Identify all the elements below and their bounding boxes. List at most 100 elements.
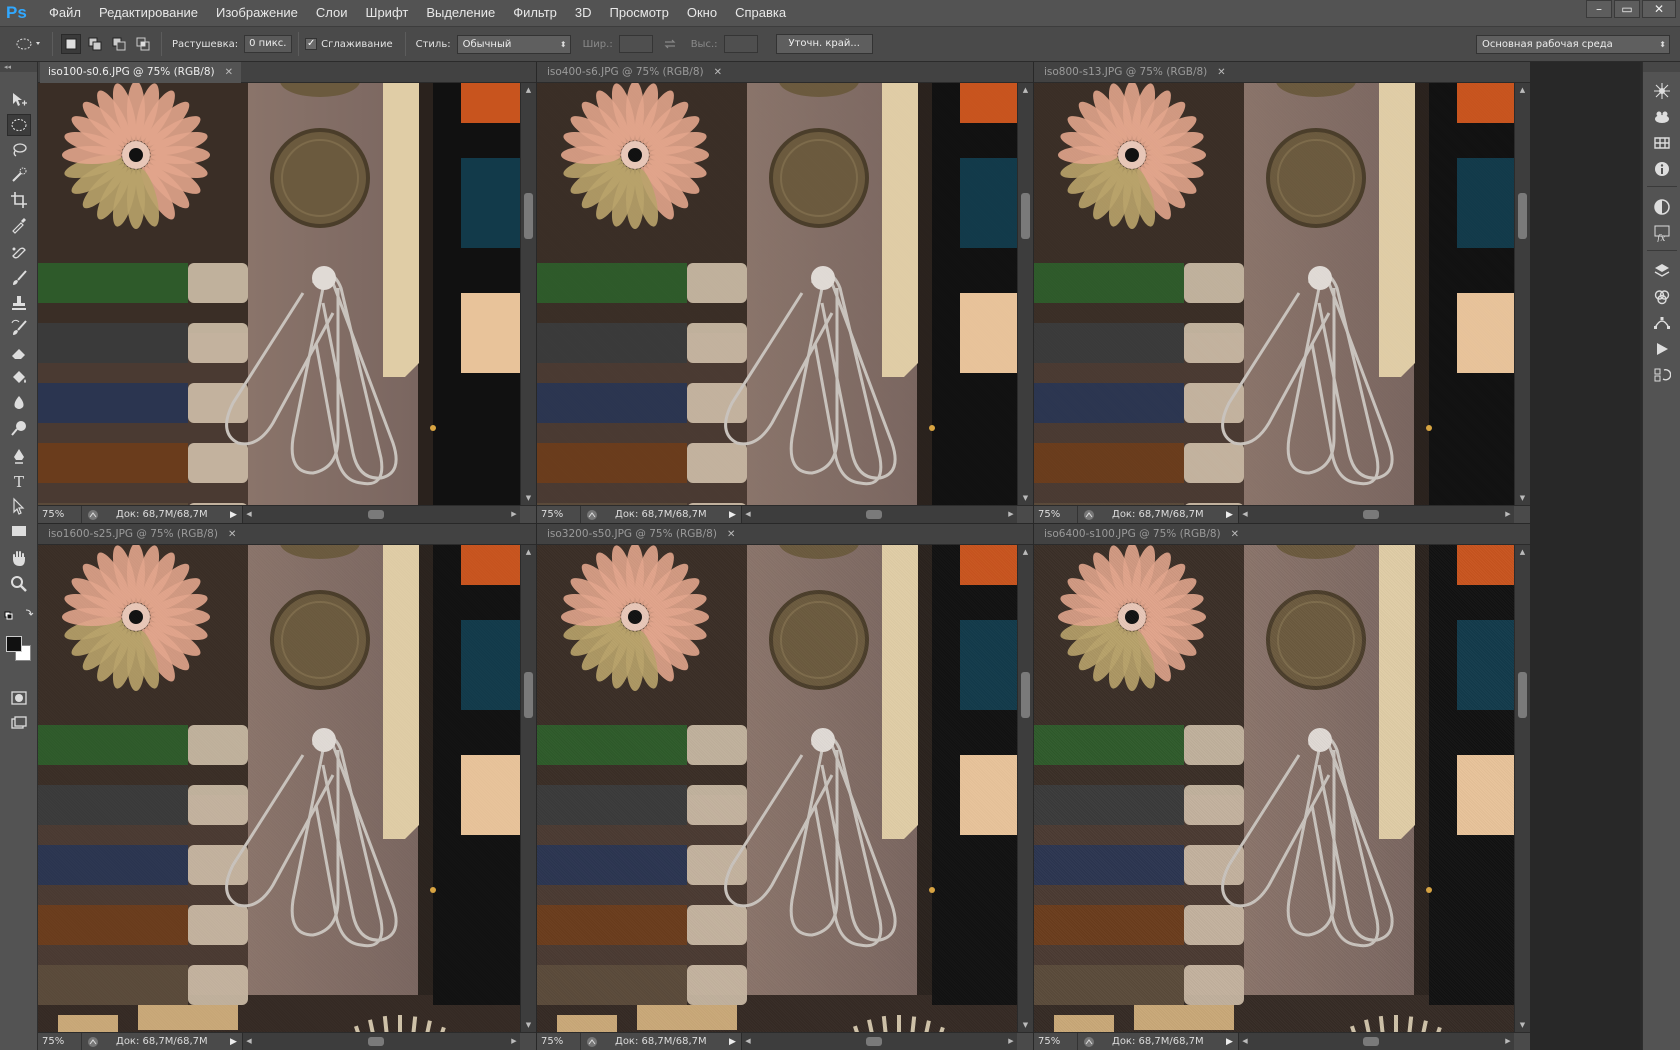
eraser-tool[interactable] bbox=[7, 342, 31, 364]
hand-tool[interactable] bbox=[7, 548, 31, 570]
status-share-icon[interactable] bbox=[82, 1036, 104, 1048]
scroll-down-icon[interactable]: ▼ bbox=[1018, 1018, 1033, 1032]
default-colors-button[interactable] bbox=[4, 607, 34, 621]
scroll-left-icon[interactable]: ◀ bbox=[742, 506, 754, 523]
horizontal-scroll-thumb[interactable] bbox=[1363, 510, 1379, 519]
document-window[interactable]: iso3200-s50.JPG @ 75% (RGB/8) ✕ ▲ ▼ 75% … bbox=[537, 524, 1033, 1050]
menu-item[interactable]: Изображение bbox=[207, 0, 307, 26]
scroll-up-icon[interactable]: ▲ bbox=[1018, 545, 1033, 559]
document-canvas[interactable] bbox=[38, 545, 520, 1032]
vertical-scroll-thumb[interactable] bbox=[1021, 193, 1030, 239]
vertical-scrollbar[interactable]: ▲ ▼ bbox=[1017, 545, 1033, 1032]
paths-panel-button[interactable] bbox=[1651, 312, 1673, 334]
vertical-scroll-thumb[interactable] bbox=[524, 193, 533, 239]
scroll-left-icon[interactable]: ◀ bbox=[1239, 1033, 1251, 1050]
quick-selection-tool[interactable] bbox=[7, 164, 31, 186]
refine-edge-button[interactable]: Уточн. край... bbox=[775, 34, 873, 54]
horizontal-scrollbar[interactable]: ◀ ▶ bbox=[741, 506, 1017, 523]
channels-panel-button[interactable] bbox=[1651, 286, 1673, 308]
menu-item[interactable]: Шрифт bbox=[357, 0, 418, 26]
scroll-left-icon[interactable]: ◀ bbox=[243, 1033, 255, 1050]
actions-panel-button[interactable] bbox=[1651, 338, 1673, 360]
zoom-level-field[interactable]: 75% bbox=[537, 1033, 581, 1050]
menu-item[interactable]: Окно bbox=[678, 0, 726, 26]
zoom-level-field[interactable]: 75% bbox=[1034, 506, 1078, 523]
document-tab[interactable]: iso100-s0.6.JPG @ 75% (RGB/8) ✕ bbox=[40, 62, 242, 83]
workspace-select[interactable]: Основная рабочая среда ⬍ bbox=[1476, 35, 1670, 54]
scroll-up-icon[interactable]: ▲ bbox=[1515, 83, 1530, 97]
vertical-scroll-thumb[interactable] bbox=[1021, 672, 1030, 718]
scroll-right-icon[interactable]: ▶ bbox=[1502, 1033, 1514, 1050]
menu-item[interactable]: Просмотр bbox=[601, 0, 678, 26]
close-tab-icon[interactable]: ✕ bbox=[714, 62, 722, 83]
new-selection-button[interactable] bbox=[61, 34, 81, 54]
antialias-checkbox[interactable]: ✓ bbox=[305, 38, 318, 50]
close-tab-icon[interactable]: ✕ bbox=[1217, 62, 1225, 83]
menu-item[interactable]: 3D bbox=[566, 0, 601, 26]
status-menu-arrow-icon[interactable]: ▶ bbox=[230, 1037, 242, 1047]
paint-bucket-tool[interactable] bbox=[7, 367, 31, 389]
status-menu-arrow-icon[interactable]: ▶ bbox=[230, 510, 242, 520]
eyedropper-tool[interactable] bbox=[7, 214, 31, 236]
status-share-icon[interactable] bbox=[581, 509, 603, 521]
document-canvas[interactable] bbox=[537, 545, 1017, 1032]
scroll-right-icon[interactable]: ▶ bbox=[1005, 1033, 1017, 1050]
foreground-color-swatch[interactable] bbox=[6, 636, 22, 652]
vertical-scroll-thumb[interactable] bbox=[1518, 193, 1527, 239]
restore-button[interactable]: ▭ bbox=[1614, 0, 1640, 18]
add-selection-button[interactable] bbox=[85, 34, 105, 54]
path-selection-tool[interactable] bbox=[7, 495, 31, 517]
horizontal-scrollbar[interactable]: ◀ ▶ bbox=[1238, 1033, 1514, 1050]
scroll-down-icon[interactable]: ▼ bbox=[521, 1018, 536, 1032]
zoom-level-field[interactable]: 75% bbox=[38, 1033, 82, 1050]
3d-scene-panel-button[interactable] bbox=[1651, 106, 1673, 128]
document-canvas[interactable] bbox=[537, 83, 1017, 505]
horizontal-scroll-thumb[interactable] bbox=[368, 510, 384, 519]
scroll-up-icon[interactable]: ▲ bbox=[521, 83, 536, 97]
status-share-icon[interactable] bbox=[1078, 509, 1100, 521]
history-brush-tool[interactable] bbox=[7, 317, 31, 339]
zoom-level-field[interactable]: 75% bbox=[38, 506, 82, 523]
document-tab[interactable]: iso400-s6.JPG @ 75% (RGB/8) ✕ bbox=[539, 62, 730, 83]
document-tab[interactable]: iso6400-s100.JPG @ 75% (RGB/8) ✕ bbox=[1036, 524, 1247, 545]
document-tab[interactable]: iso800-s13.JPG @ 75% (RGB/8) ✕ bbox=[1036, 62, 1234, 83]
horizontal-scrollbar[interactable]: ◀ ▶ bbox=[1238, 506, 1514, 523]
blur-tool[interactable] bbox=[7, 392, 31, 414]
status-share-icon[interactable] bbox=[1078, 1036, 1100, 1048]
horizontal-scrollbar[interactable]: ◀ ▶ bbox=[242, 1033, 520, 1050]
crop-tool[interactable] bbox=[7, 189, 31, 211]
status-share-icon[interactable] bbox=[82, 509, 104, 521]
menu-item[interactable]: Файл bbox=[40, 0, 90, 26]
scroll-up-icon[interactable]: ▲ bbox=[1018, 83, 1033, 97]
scroll-right-icon[interactable]: ▶ bbox=[1502, 506, 1514, 523]
close-tab-icon[interactable]: ✕ bbox=[228, 524, 236, 545]
status-menu-arrow-icon[interactable]: ▶ bbox=[1226, 1037, 1238, 1047]
vertical-scrollbar[interactable]: ▲ ▼ bbox=[1514, 83, 1530, 505]
move-tool[interactable] bbox=[7, 89, 31, 111]
scroll-right-icon[interactable]: ▶ bbox=[1005, 506, 1017, 523]
intersect-selection-button[interactable] bbox=[133, 34, 153, 54]
adjustments-panel-button[interactable] bbox=[1651, 196, 1673, 218]
horizontal-scrollbar[interactable]: ◀ ▶ bbox=[741, 1033, 1017, 1050]
clone-stamp-tool[interactable] bbox=[7, 292, 31, 314]
scroll-down-icon[interactable]: ▼ bbox=[521, 491, 536, 505]
pen-tool[interactable] bbox=[7, 445, 31, 467]
style-select[interactable]: Обычный ⬍ bbox=[456, 34, 571, 54]
horizontal-scroll-thumb[interactable] bbox=[866, 1037, 882, 1046]
document-window[interactable]: iso6400-s100.JPG @ 75% (RGB/8) ✕ ▲ ▼ 75%… bbox=[1034, 524, 1530, 1050]
document-canvas[interactable] bbox=[38, 83, 520, 505]
vertical-scroll-thumb[interactable] bbox=[1518, 672, 1527, 718]
menu-item[interactable]: Справка bbox=[726, 0, 795, 26]
menu-item[interactable]: Редактирование bbox=[90, 0, 207, 26]
lasso-tool[interactable] bbox=[7, 139, 31, 161]
tool-preset-picker[interactable] bbox=[12, 32, 46, 56]
vertical-scroll-thumb[interactable] bbox=[524, 672, 533, 718]
brush-tool[interactable] bbox=[7, 267, 31, 289]
elliptical-marquee-tool[interactable] bbox=[7, 114, 31, 136]
type-tool[interactable]: T bbox=[7, 470, 31, 492]
subtract-selection-button[interactable] bbox=[109, 34, 129, 54]
document-window[interactable]: iso800-s13.JPG @ 75% (RGB/8) ✕ ▲ ▼ 75% Д… bbox=[1034, 62, 1530, 523]
vertical-scrollbar[interactable]: ▲ ▼ bbox=[1514, 545, 1530, 1032]
zoom-tool[interactable] bbox=[7, 573, 31, 595]
scroll-left-icon[interactable]: ◀ bbox=[742, 1033, 754, 1050]
